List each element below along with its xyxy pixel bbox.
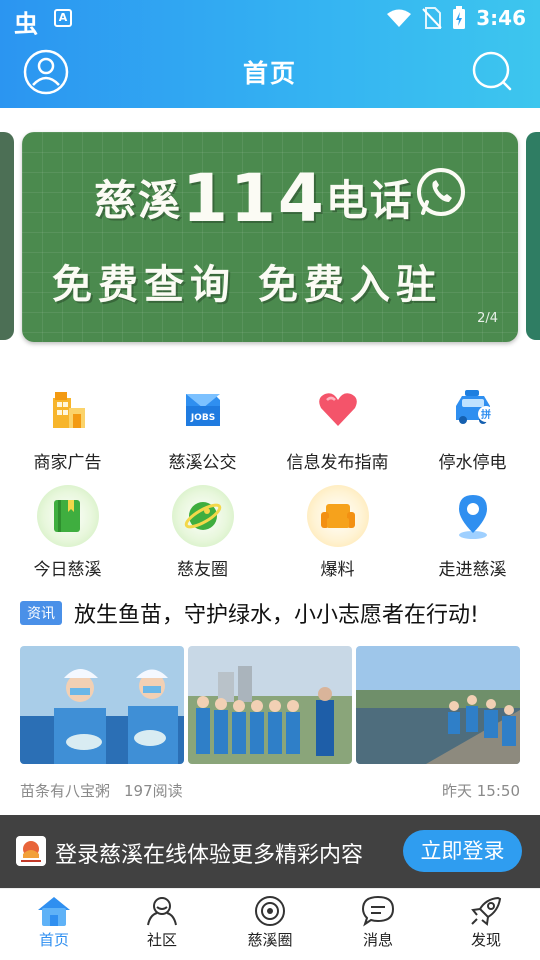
grid-item-label: 慈友圈 xyxy=(177,560,228,580)
banner-next-slide[interactable] xyxy=(526,132,540,340)
news-image[interactable] xyxy=(188,646,352,764)
circle-icon xyxy=(255,896,285,926)
news-image[interactable] xyxy=(20,646,184,764)
grid-item-label: 今日慈溪 xyxy=(33,560,102,580)
grid-item-friends-circle[interactable]: 慈友圈 xyxy=(135,485,270,580)
svg-text:拼: 拼 xyxy=(481,408,491,421)
building-icon xyxy=(52,392,85,428)
tab-home[interactable]: 首页 xyxy=(0,895,108,950)
grid-item-explore-cixi[interactable]: 走进慈溪 xyxy=(405,485,540,580)
app-notification-icon: 虫 xyxy=(14,10,38,38)
news-image[interactable] xyxy=(356,646,520,764)
svg-text:JOBS: JOBS xyxy=(189,413,214,423)
grid-item-cixi-bus[interactable]: JOBS 慈溪公交 xyxy=(135,378,270,473)
grid-item-publish-guide[interactable]: 信息发布指南 xyxy=(270,378,405,473)
tab-label: 慈溪圈 xyxy=(247,931,293,949)
bottom-tab-bar: 首页 社区 慈溪圈 消息 发现 xyxy=(0,888,540,960)
grid-item-label: 信息发布指南 xyxy=(286,453,389,473)
battery-icon xyxy=(453,6,466,29)
planet-icon xyxy=(184,502,221,530)
home-icon xyxy=(38,897,70,926)
tab-label: 社区 xyxy=(146,931,177,949)
grid-item-label: 慈溪公交 xyxy=(168,453,237,473)
taxi-icon: 拼 xyxy=(455,390,494,424)
tab-messages[interactable]: 消息 xyxy=(324,895,432,950)
news-read-count: 197阅读 xyxy=(124,782,183,800)
banner-subline-right: 免费入驻 xyxy=(258,262,442,308)
location-pin-icon xyxy=(458,495,487,539)
login-button[interactable]: 立即登录 xyxy=(403,830,522,872)
login-prompt-bar: 登录慈溪在线体验更多精彩内容 立即登录 xyxy=(0,815,540,888)
search-icon[interactable] xyxy=(471,50,513,92)
sofa-icon xyxy=(320,504,355,528)
banner-subline-left: 免费查询 xyxy=(52,262,236,308)
page-title: 首页 xyxy=(242,59,297,88)
grid-item-outages[interactable]: 拼 停水停电 xyxy=(405,378,540,473)
feature-grid: 商家广告 JOBS 慈溪公交 信息发布指南 拼 停水停电 今日慈溪 慈友圈 爆料… xyxy=(0,378,540,592)
grid-item-today-cixi[interactable]: 今日慈溪 xyxy=(0,485,135,580)
banner-headline-suffix: 电话 xyxy=(325,176,414,225)
clock: 3:46 xyxy=(476,6,526,30)
news-meta: 苗条有八宝粥 197阅读 昨天 15:50 xyxy=(20,780,520,801)
banner-headline: 慈溪114电话 xyxy=(94,160,414,237)
tab-label: 发现 xyxy=(470,931,501,949)
jobs-folder-icon: JOBS xyxy=(185,394,220,426)
banner-slide[interactable]: 慈溪114电话 免费查询 免费入驻 2/4 xyxy=(22,132,518,342)
news-tag: 资讯 xyxy=(20,601,62,625)
banner-prev-slide[interactable] xyxy=(0,132,14,340)
wifi-icon xyxy=(387,9,412,27)
heart-icon xyxy=(318,393,357,426)
grid-item-label: 商家广告 xyxy=(33,453,102,473)
community-icon xyxy=(147,897,177,926)
keyboard-notification-icon: A xyxy=(54,9,72,27)
news-time: 昨天 15:50 xyxy=(442,782,520,800)
phone-icon xyxy=(417,168,465,216)
news-item[interactable]: 资讯 放生鱼苗，守护绿水，小小志愿者在行动! 苗条有八宝粥 197阅读 昨天 1… xyxy=(20,596,520,800)
banner-page-indicator: 2/4 xyxy=(477,311,498,326)
news-author: 苗条有八宝粥 xyxy=(20,782,111,800)
grid-item-label: 爆料 xyxy=(320,560,355,580)
news-images[interactable] xyxy=(20,646,520,764)
tab-discover[interactable]: 发现 xyxy=(432,895,540,950)
grid-item-tip-off[interactable]: 爆料 xyxy=(270,485,405,580)
navbar: 首页 xyxy=(0,36,540,108)
banner-headline-prefix: 慈溪 xyxy=(94,176,183,225)
tab-cixi-circle[interactable]: 慈溪圈 xyxy=(216,895,324,950)
app-header: 虫 A 3:46 首页 xyxy=(0,0,540,108)
grid-item-label: 走进慈溪 xyxy=(438,560,507,580)
grid-item-label: 停水停电 xyxy=(438,453,507,473)
banner-subline: 免费查询 免费入驻 xyxy=(52,252,442,310)
message-icon xyxy=(361,895,395,927)
app-logo-icon xyxy=(16,836,46,866)
feature-grid-row: 今日慈溪 慈友圈 爆料 走进慈溪 xyxy=(0,485,540,592)
book-icon xyxy=(53,500,80,532)
grid-item-merchant-ads[interactable]: 商家广告 xyxy=(0,378,135,473)
banner-carousel[interactable]: 慈溪114电话 免费查询 免费入驻 2/4 xyxy=(0,122,540,350)
tab-community[interactable]: 社区 xyxy=(108,895,216,950)
status-bar: 虫 A 3:46 xyxy=(0,0,540,38)
banner-headline-number: 114 xyxy=(182,160,326,237)
tab-label: 消息 xyxy=(362,931,393,949)
news-title[interactable]: 放生鱼苗，守护绿水，小小志愿者在行动! xyxy=(74,597,479,629)
tab-label: 首页 xyxy=(38,931,69,949)
login-prompt-text: 登录慈溪在线体验更多精彩内容 xyxy=(55,843,364,868)
feature-grid-row: 商家广告 JOBS 慈溪公交 信息发布指南 拼 停水停电 xyxy=(0,378,540,485)
rocket-icon xyxy=(471,896,502,926)
no-sim-icon xyxy=(422,7,442,29)
